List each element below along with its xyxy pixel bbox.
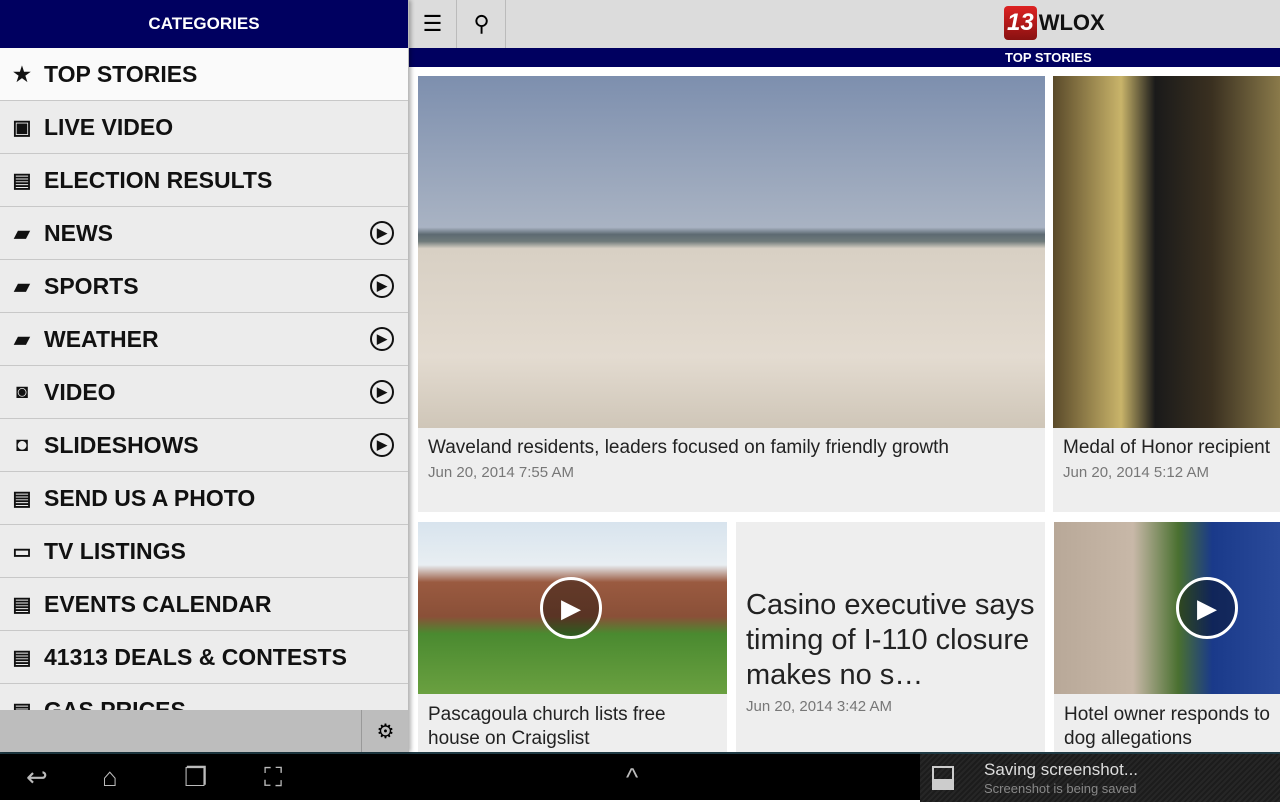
documents-icon: ▤	[12, 646, 32, 669]
notification-title: Saving screenshot...	[984, 760, 1139, 779]
story-image-beach	[418, 76, 1045, 428]
sidebar-item-news[interactable]: ▰ NEWS ▶	[0, 207, 408, 260]
sidebar-item-events-calendar[interactable]: ▤ EVENTS CALENDAR	[0, 578, 408, 631]
image-icon	[932, 766, 954, 790]
system-nav-bar: ↩ ⌂ ❐ ⛶ ^ Saving screenshot... Screensho…	[0, 752, 1280, 802]
story-card[interactable]: ▶ Pascagoula church lists free house on …	[418, 522, 727, 752]
sidebar-item-label: TOP STORIES	[44, 60, 198, 87]
home-icon[interactable]: ⌂	[102, 762, 118, 793]
section-strip: TOP STORIES	[409, 48, 1280, 67]
chevron-right-icon[interactable]: ▶	[370, 433, 394, 457]
chevron-right-icon[interactable]: ▶	[370, 380, 394, 404]
story-card[interactable]: ▶ Hotel owner responds to dog allegation…	[1054, 522, 1280, 752]
chevron-right-icon[interactable]: ▶	[370, 221, 394, 245]
sidebar-item-label: VIDEO	[44, 378, 116, 405]
story-date: Jun 20, 2014 3:42 AM	[746, 698, 892, 715]
documents-icon: ▤	[12, 487, 32, 510]
wlox-logo: 13 WLOX	[1004, 6, 1105, 40]
story-card[interactable]: Casino executive says timing of I-110 cl…	[736, 522, 1045, 752]
sidebar-item-label: SLIDESHOWS	[44, 431, 199, 458]
sidebar-item-top-stories[interactable]: ★ TOP STORIES	[0, 48, 408, 101]
play-video-icon[interactable]: ▶	[540, 577, 602, 639]
sidebar-item-tv-listings[interactable]: ▭ TV LISTINGS	[0, 525, 408, 578]
folder-icon: ▰	[14, 275, 30, 298]
sidebar-item-label: ELECTION RESULTS	[44, 166, 273, 193]
hamburger-icon: ☰	[422, 11, 443, 36]
sidebar-item-label: 41313 DEALS & CONTESTS	[44, 643, 347, 670]
play-video-icon[interactable]: ▶	[1176, 577, 1238, 639]
drawer-footer: ⚙	[0, 710, 408, 752]
story-card[interactable]: Medal of Honor recipient Jun 20, 2014 5:…	[1053, 76, 1280, 512]
back-icon[interactable]: ↩	[26, 762, 48, 793]
story-title: Hotel owner responds to dog allegations	[1064, 704, 1270, 749]
sidebar-item-label: SEND US A PHOTO	[44, 484, 256, 511]
story-date: Jun 20, 2014 5:12 AM	[1063, 464, 1209, 481]
notification-subtitle: Screenshot is being saved	[984, 781, 1137, 796]
search-icon: ⚲	[473, 11, 490, 36]
drawer-title: CATEGORIES	[0, 0, 408, 48]
camera-icon: ◘	[15, 433, 29, 456]
section-title: TOP STORIES	[1005, 50, 1092, 65]
sidebar-item-weather[interactable]: ▰ WEATHER ▶	[0, 313, 408, 366]
story-title: Pascagoula church lists free house on Cr…	[428, 704, 666, 749]
story-date: Jun 20, 2014 7:55 AM	[428, 464, 574, 481]
sidebar-item-sports[interactable]: ▰ SPORTS ▶	[0, 260, 408, 313]
chevron-right-icon[interactable]: ▶	[370, 274, 394, 298]
sidebar-item-send-us-a-photo[interactable]: ▤ SEND US A PHOTO	[0, 472, 408, 525]
story-title: Waveland residents, leaders focused on f…	[428, 437, 949, 458]
documents-icon: ▤	[12, 593, 32, 616]
top-bar: ☰ ⚲ 13 WLOX	[409, 0, 1280, 48]
documents-icon: ▤	[12, 169, 32, 192]
sidebar-item-label: TV LISTINGS	[44, 537, 186, 564]
folder-icon: ▰	[14, 222, 30, 245]
chevron-right-icon[interactable]: ▶	[370, 327, 394, 351]
story-image-hotel	[1054, 522, 1280, 694]
sidebar-item-election-results[interactable]: ▤ ELECTION RESULTS	[0, 154, 408, 207]
search-button[interactable]: ⚲	[458, 0, 506, 48]
sidebar-item-label: LIVE VIDEO	[44, 113, 174, 140]
screenshot-notification[interactable]: Saving screenshot... Screenshot is being…	[920, 754, 1280, 802]
logo-text: WLOX	[1038, 10, 1105, 35]
film-icon: ▣	[12, 116, 32, 139]
story-title: Medal of Honor recipient	[1063, 437, 1270, 458]
video-camera-icon: ◙	[15, 380, 29, 403]
sidebar-item-label: EVENTS CALENDAR	[44, 590, 272, 617]
sidebar-item-label: SPORTS	[44, 272, 139, 299]
screenshot-icon[interactable]: ⛶	[264, 762, 282, 794]
monitor-icon: ▭	[12, 540, 32, 563]
sidebar-item-label: WEATHER	[44, 325, 159, 352]
logo-number: 13	[1004, 6, 1037, 40]
story-card[interactable]: Waveland residents, leaders focused on f…	[418, 76, 1045, 512]
folder-icon: ▰	[14, 328, 30, 351]
menu-button[interactable]: ☰	[409, 0, 457, 48]
story-title: Casino executive says timing of I-110 cl…	[746, 589, 1035, 691]
sidebar-item-slideshows[interactable]: ◘ SLIDESHOWS ▶	[0, 419, 408, 472]
sidebar-item-video[interactable]: ◙ VIDEO ▶	[0, 366, 408, 419]
star-icon: ★	[13, 63, 31, 86]
chevron-up-icon[interactable]: ^	[626, 762, 638, 793]
sidebar-item-41313-deals-contests[interactable]: ▤ 41313 DEALS & CONTESTS	[0, 631, 408, 684]
recent-apps-icon[interactable]: ❐	[184, 762, 207, 793]
settings-gear-icon[interactable]: ⚙	[361, 710, 408, 752]
sidebar-item-live-video[interactable]: ▣ LIVE VIDEO	[0, 101, 408, 154]
categories-drawer: CATEGORIES ★ TOP STORIES ▣ LIVE VIDEO ▤ ELECT…	[0, 0, 409, 752]
story-image-living-room	[1053, 76, 1280, 428]
sidebar-item-label: NEWS	[44, 219, 113, 246]
